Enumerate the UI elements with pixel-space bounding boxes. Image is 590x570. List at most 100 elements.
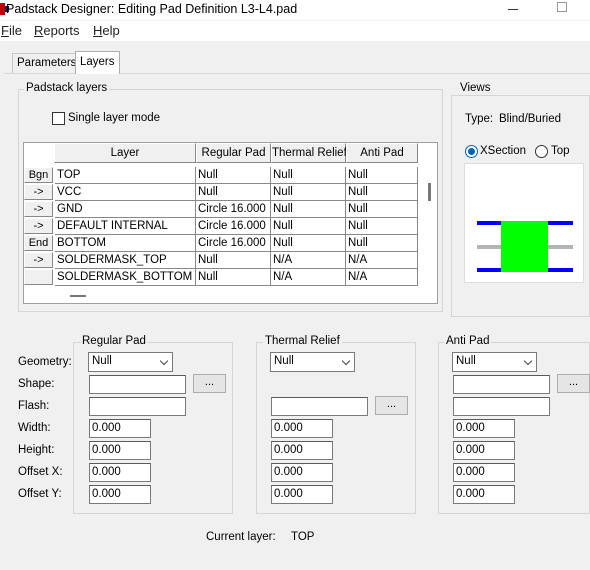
grid-cell-layer[interactable]: VCC xyxy=(55,184,196,201)
anti-pad-flash-field[interactable] xyxy=(453,397,550,416)
grid-cell-thermal[interactable]: Null xyxy=(271,201,346,218)
shape-label: Shape: xyxy=(18,378,55,390)
offset-y-label: Offset Y: xyxy=(18,488,62,500)
regular-pad-offset-y-field[interactable]: 0.000 xyxy=(89,485,151,504)
tab-layers[interactable]: Layers xyxy=(75,51,120,74)
grid-cell-thermal[interactable]: N/A xyxy=(271,252,346,269)
regular-pad-offset-x-field[interactable]: 0.000 xyxy=(89,463,151,482)
views-type-value: Blind/Buried xyxy=(499,113,562,125)
menu-reports[interactable]: Reports xyxy=(34,23,80,38)
row-position-button[interactable]: -> xyxy=(24,201,53,217)
thermal-relief-geometry-select[interactable]: Null xyxy=(270,352,355,372)
thermal-relief-flash-field[interactable] xyxy=(271,397,368,416)
thermal-relief-title: Thermal Relief xyxy=(263,335,342,347)
grid-cell-anti[interactable]: Null xyxy=(346,184,418,201)
grid-cell-layer[interactable]: SOLDERMASK_TOP xyxy=(55,252,196,269)
grid-cell-anti[interactable]: Null xyxy=(346,235,418,252)
tab-parameters[interactable]: Parameters xyxy=(12,53,82,73)
grid-cell-thermal[interactable]: Null xyxy=(271,167,346,184)
column-header-anti-pad[interactable]: Anti Pad xyxy=(346,143,418,163)
preview-pad-shape xyxy=(501,221,548,272)
xsection-preview xyxy=(464,163,584,283)
grid-cell-thermal[interactable]: N/A xyxy=(271,269,346,286)
grid-cell-regular[interactable]: Circle 16.000 xyxy=(196,201,271,218)
views-type-label: Type: xyxy=(465,113,494,125)
row-position-button[interactable]: End xyxy=(24,235,53,251)
row-position-button[interactable]: -> xyxy=(24,252,53,268)
anti-pad-height-field[interactable]: 0.000 xyxy=(453,441,515,460)
grid-cell-anti[interactable]: N/A xyxy=(346,269,418,286)
regular-pad-title: Regular Pad xyxy=(80,335,148,347)
window-title: Padstack Designer: Editing Pad Definitio… xyxy=(6,2,298,16)
geometry-label: Geometry: xyxy=(18,356,72,368)
row-position-button[interactable] xyxy=(24,269,53,285)
grid-cell-layer[interactable]: DEFAULT INTERNAL xyxy=(55,218,196,235)
grid-cell-regular[interactable]: Circle 16.000 xyxy=(196,218,271,235)
padstack-layers-title: Padstack layers xyxy=(24,82,110,94)
grid-cell-anti[interactable]: N/A xyxy=(346,252,418,269)
regular-pad-height-field[interactable]: 0.000 xyxy=(89,441,151,460)
grid-cell-thermal[interactable]: Null xyxy=(271,184,346,201)
menu-bar: File Reports Help xyxy=(0,21,590,41)
grid-cell-layer[interactable]: BOTTOM xyxy=(55,235,196,252)
anti-pad-shape-browse-button[interactable]: ... xyxy=(557,374,590,393)
top-view-radio[interactable] xyxy=(535,145,548,158)
maximize-icon[interactable] xyxy=(557,2,567,12)
column-header-regular-pad[interactable]: Regular Pad xyxy=(196,143,271,163)
thermal-relief-offset-y-field[interactable]: 0.000 xyxy=(271,485,333,504)
menu-help[interactable]: Help xyxy=(93,23,120,38)
grid-cell-anti[interactable]: Null xyxy=(346,167,418,184)
thermal-relief-flash-browse-button[interactable]: ... xyxy=(375,396,408,415)
regular-pad-geometry-select[interactable]: Null xyxy=(88,352,173,372)
anti-pad-width-field[interactable]: 0.000 xyxy=(453,419,515,438)
chevron-down-icon xyxy=(159,356,169,366)
grid-cell-regular[interactable]: Null xyxy=(196,184,271,201)
grid-cell-regular[interactable]: Null xyxy=(196,167,271,184)
menu-file[interactable]: File xyxy=(1,23,22,38)
grid-horizontal-scroll-thumb[interactable] xyxy=(70,295,86,297)
grid-cell-anti[interactable]: Null xyxy=(346,201,418,218)
xsection-radio[interactable] xyxy=(465,145,478,158)
anti-pad-shape-field[interactable] xyxy=(453,375,550,394)
layers-grid[interactable]: Layer Regular Pad Thermal Relief Anti Pa… xyxy=(23,142,438,304)
single-layer-mode-label: Single layer mode xyxy=(68,112,161,124)
grid-cell-anti[interactable]: Null xyxy=(346,218,418,235)
anti-pad-title: Anti Pad xyxy=(444,335,492,347)
row-position-button[interactable]: Bgn xyxy=(24,167,53,183)
thermal-relief-width-field[interactable]: 0.000 xyxy=(271,419,333,438)
anti-pad-offset-y-field[interactable]: 0.000 xyxy=(453,485,515,504)
xsection-label: XSection xyxy=(480,145,527,157)
row-position-button[interactable]: -> xyxy=(24,218,53,234)
current-layer-value: TOP xyxy=(291,531,315,543)
grid-cell-regular[interactable]: Null xyxy=(196,252,271,269)
regular-pad-shape-browse-button[interactable]: ... xyxy=(193,374,226,393)
grid-cell-layer[interactable]: GND xyxy=(55,201,196,218)
grid-cell-layer[interactable]: TOP xyxy=(55,167,196,184)
single-layer-mode-checkbox[interactable] xyxy=(52,112,65,125)
grid-cell-layer[interactable]: SOLDERMASK_BOTTOM xyxy=(55,269,196,286)
regular-pad-shape-field[interactable] xyxy=(89,375,186,394)
column-header-thermal-relief[interactable]: Thermal Relief xyxy=(271,143,347,163)
grid-cell-regular[interactable]: Circle 16.000 xyxy=(196,235,271,252)
offset-x-label: Offset X: xyxy=(18,466,63,478)
anti-pad-geometry-select[interactable]: Null xyxy=(452,352,537,372)
minimize-icon[interactable] xyxy=(508,9,518,10)
grid-cell-regular[interactable]: Null xyxy=(196,269,271,286)
grid-scroll-thumb[interactable] xyxy=(428,183,431,201)
title-bar: Padstack Designer: Editing Pad Definitio… xyxy=(0,0,590,20)
views-title: Views xyxy=(458,82,493,94)
flash-label: Flash: xyxy=(18,400,50,412)
anti-pad-offset-x-field[interactable]: 0.000 xyxy=(453,463,515,482)
regular-pad-flash-field[interactable] xyxy=(89,397,186,416)
row-position-button[interactable]: -> xyxy=(24,184,53,200)
grid-cell-thermal[interactable]: Null xyxy=(271,218,346,235)
regular-pad-width-field[interactable]: 0.000 xyxy=(89,419,151,438)
column-header-layer[interactable]: Layer xyxy=(54,143,196,163)
grid-vertical-scrollbar[interactable] xyxy=(428,163,437,283)
width-label: Width: xyxy=(18,422,51,434)
grid-cell-thermal[interactable]: Null xyxy=(271,235,346,252)
height-label: Height: xyxy=(18,444,55,456)
thermal-relief-height-field[interactable]: 0.000 xyxy=(271,441,333,460)
current-layer-label: Current layer: xyxy=(206,531,276,543)
thermal-relief-offset-x-field[interactable]: 0.000 xyxy=(271,463,333,482)
